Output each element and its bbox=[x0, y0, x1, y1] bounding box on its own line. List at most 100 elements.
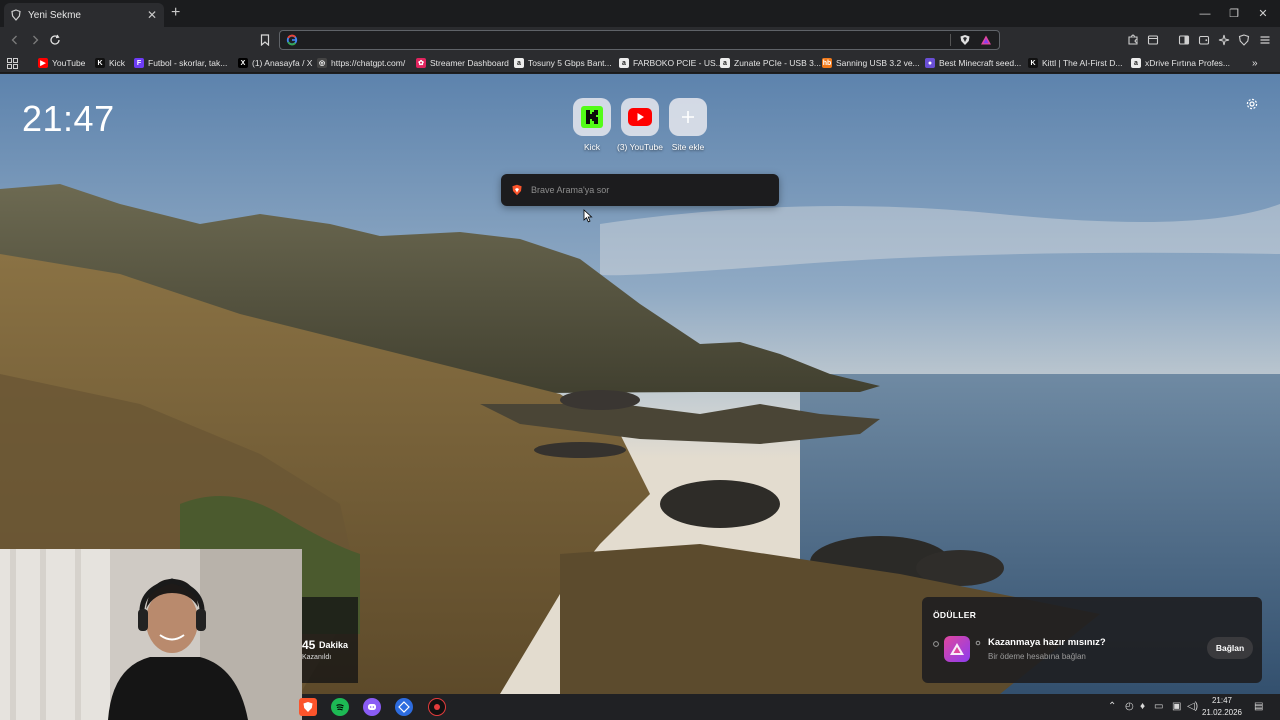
rewards-subtitle: Bir ödeme hesabına bağlan bbox=[988, 652, 1086, 661]
bookmark-item[interactable]: K Kick bbox=[95, 56, 125, 70]
sidebar-icon bbox=[1178, 35, 1190, 45]
clock: 21:47 bbox=[22, 98, 115, 139]
brave-shields-icon[interactable] bbox=[959, 34, 971, 46]
bookmark-item[interactable]: ✿ Streamer Dashboard bbox=[416, 56, 509, 70]
tab-new-tab[interactable]: Yeni Sekme ✕ bbox=[4, 3, 164, 27]
bookmarks-bar: ▶ YouTube K Kick F Futbol - skorlar, tak... X (… bbox=[0, 53, 1280, 73]
add-site-tile bbox=[669, 98, 707, 136]
url-input[interactable] bbox=[304, 32, 944, 48]
bookmark-item[interactable]: K Kittl | The AI-First D... bbox=[1028, 56, 1122, 70]
brave-shield-icon bbox=[11, 9, 21, 21]
bookmark-label: xDrive Fırtına Profes... bbox=[1145, 58, 1231, 68]
bookmark-label: Zunate PCIe - USB 3... bbox=[734, 58, 821, 68]
webcam-streamer-image bbox=[0, 549, 302, 720]
chevron-left-icon bbox=[11, 35, 17, 45]
connect-button[interactable]: Bağlan bbox=[1207, 637, 1253, 659]
brave-search-box[interactable] bbox=[501, 174, 779, 206]
stream-timer-widget: 45 Dakika Kazanıldı bbox=[302, 597, 358, 683]
top-site-label: Site ekle bbox=[671, 142, 705, 152]
bookmark-item[interactable]: ● Best Minecraft seed... bbox=[925, 56, 1021, 70]
brave-rewards-icon[interactable] bbox=[980, 34, 992, 46]
youtube-icon: ▶ bbox=[38, 58, 48, 68]
reload-icon bbox=[50, 34, 60, 45]
chatgpt-icon: ◎ bbox=[317, 58, 327, 68]
tray-display-icon[interactable]: ▭ bbox=[1154, 701, 1163, 712]
taskbar-clock[interactable]: 21:47 21.02.2026 bbox=[1196, 695, 1248, 719]
more-bookmarks-button[interactable]: » bbox=[1252, 56, 1258, 70]
timer-value: 45 bbox=[302, 638, 316, 652]
bookmark-label: Streamer Dashboard bbox=[430, 58, 509, 68]
x-icon: X bbox=[238, 58, 248, 68]
search-input[interactable] bbox=[531, 182, 771, 198]
webcam-overlay bbox=[0, 549, 302, 720]
forward-button[interactable] bbox=[26, 31, 44, 49]
apps-grid-icon bbox=[7, 57, 18, 69]
amazon-icon: a bbox=[619, 58, 629, 68]
bookmark-button[interactable] bbox=[256, 31, 274, 49]
taskbar-obs[interactable] bbox=[428, 698, 446, 716]
bookmark-label: Kittl | The AI-First D... bbox=[1042, 58, 1123, 68]
bookmark-label: Best Minecraft seed... bbox=[939, 58, 1022, 68]
taskbar-date: 21.02.2026 bbox=[1201, 708, 1243, 717]
brave-icon bbox=[303, 702, 313, 712]
taskbar-discord[interactable] bbox=[363, 698, 381, 716]
amazon-icon: a bbox=[1131, 58, 1141, 68]
bookmark-item[interactable]: ◎ https://chatgpt.com/ bbox=[317, 56, 405, 70]
tray-chevron-icon[interactable]: ⌃ bbox=[1108, 701, 1116, 712]
tray-usb-icon[interactable]: ◴ bbox=[1125, 701, 1134, 712]
extensions-button[interactable] bbox=[1125, 32, 1141, 48]
bookmark-label: (1) Anasayfa / X bbox=[252, 58, 313, 68]
menu-button[interactable] bbox=[1257, 32, 1273, 48]
settings-gear-icon[interactable] bbox=[1245, 97, 1259, 111]
reload-button[interactable] bbox=[46, 31, 64, 49]
bookmark-item[interactable]: hb Sanning USB 3.2 ve... bbox=[822, 56, 920, 70]
google-icon bbox=[286, 34, 298, 46]
address-bar[interactable] bbox=[279, 30, 1000, 50]
hamburger-icon bbox=[1260, 36, 1270, 44]
top-site-add[interactable]: Site ekle bbox=[660, 98, 716, 152]
minecraft-icon: ● bbox=[925, 58, 935, 68]
bookmark-item[interactable]: a FARBOKO PCIE - US... bbox=[619, 56, 723, 70]
back-button[interactable] bbox=[6, 31, 24, 49]
taskbar-time: 21:47 bbox=[1211, 696, 1233, 705]
taskbar-spotify[interactable] bbox=[331, 698, 349, 716]
mouse-cursor-icon bbox=[583, 209, 593, 223]
futbol-icon: F bbox=[134, 58, 144, 68]
wallet-button[interactable] bbox=[1145, 32, 1161, 48]
new-tab-button[interactable]: + bbox=[171, 4, 180, 22]
bookmark-item[interactable]: a Zunate PCIe - USB 3... bbox=[720, 56, 821, 70]
youtube-icon bbox=[628, 108, 652, 126]
discord-icon bbox=[368, 704, 376, 710]
tab-title: Yeni Sekme bbox=[28, 9, 81, 21]
puzzle-icon bbox=[1128, 34, 1138, 45]
bookmark-item[interactable]: a Tosuny 5 Gbps Bant... bbox=[514, 56, 612, 70]
taskbar-app[interactable] bbox=[395, 698, 413, 716]
shield-icon bbox=[1238, 34, 1250, 46]
tray-mic-icon[interactable]: ♦ bbox=[1140, 701, 1145, 712]
tray-network-icon[interactable]: ▣ bbox=[1172, 701, 1181, 712]
sidebar-button[interactable] bbox=[1176, 32, 1192, 48]
bookmark-item[interactable]: a xDrive Fırtına Profes... bbox=[1131, 56, 1230, 70]
hb-icon: hb bbox=[822, 58, 832, 68]
close-window-button[interactable]: ✕ bbox=[1246, 0, 1280, 27]
notification-icon[interactable]: ▤ bbox=[1254, 701, 1263, 712]
bookmark-label: Tosuny 5 Gbps Bant... bbox=[528, 58, 612, 68]
rewards-widget: ÖDÜLLER Kazanmaya hazır mısınız? Bir öde… bbox=[922, 597, 1262, 683]
bookmark-label: Sanning USB 3.2 ve... bbox=[836, 58, 920, 68]
kick-icon bbox=[581, 106, 603, 128]
bookmark-label: FARBOKO PCIE - US... bbox=[633, 58, 723, 68]
bookmark-item[interactable]: X (1) Anasayfa / X bbox=[238, 56, 312, 70]
vpn-button[interactable] bbox=[1236, 32, 1252, 48]
apps-button[interactable] bbox=[7, 56, 18, 70]
bookmark-item[interactable]: ▶ YouTube bbox=[38, 56, 85, 70]
wallet-icon-button[interactable] bbox=[1196, 32, 1212, 48]
leo-ai-button[interactable] bbox=[1216, 32, 1232, 48]
rewards-title: ÖDÜLLER bbox=[933, 610, 977, 620]
timer-unit: Dakika bbox=[319, 640, 349, 650]
bookmark-icon bbox=[260, 34, 270, 46]
taskbar-brave[interactable] bbox=[299, 698, 317, 716]
taskbar: ⌃ ◴ ♦ ▭ ▣ ◁) 21:47 21.02.2026 ▤ bbox=[299, 694, 1280, 720]
close-tab-icon[interactable]: ✕ bbox=[146, 8, 158, 22]
tab-search-icon bbox=[1147, 35, 1159, 45]
bookmark-item[interactable]: F Futbol - skorlar, tak... bbox=[134, 56, 227, 70]
